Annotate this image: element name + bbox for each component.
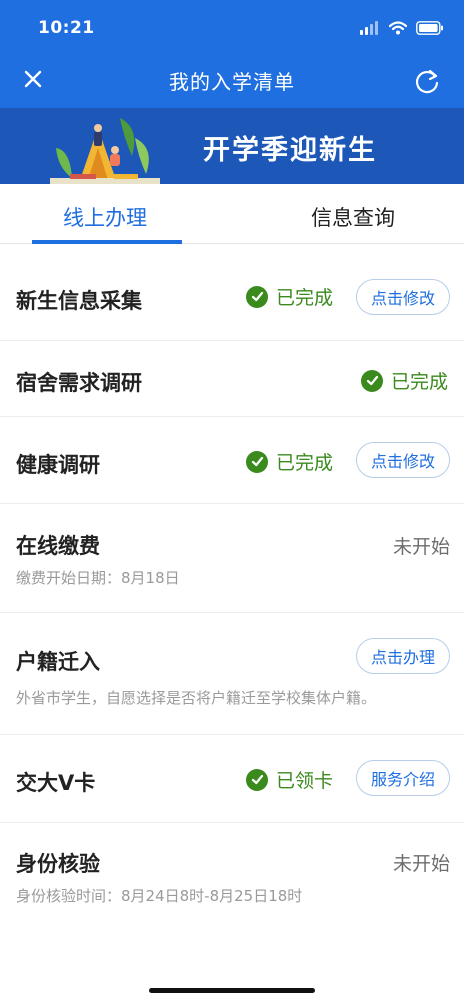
item-title: 宿舍需求调研 bbox=[16, 371, 142, 395]
tab-info-query[interactable]: 信息查询 bbox=[311, 202, 395, 232]
refresh-button[interactable] bbox=[412, 66, 442, 96]
status-icons bbox=[360, 20, 444, 36]
check-circle-icon bbox=[361, 369, 383, 392]
page-title: 我的入学清单 bbox=[169, 70, 295, 94]
list-item-identity-verification: 身份核验 未开始 身份核验时间：8月24日8时-8月25日18时 bbox=[0, 823, 464, 923]
refresh-icon bbox=[415, 69, 439, 94]
status-not-started: 未开始 bbox=[392, 853, 450, 875]
check-circle-icon bbox=[246, 285, 268, 308]
item-title: 身份核验 bbox=[16, 852, 100, 876]
wifi-icon bbox=[389, 21, 407, 35]
cellular-signal-icon bbox=[360, 21, 378, 35]
list-item-health-survey: 健康调研 已完成 点击修改 bbox=[0, 417, 464, 504]
status-completed: 已完成 bbox=[246, 283, 333, 310]
list-item-student-info: 新生信息采集 已完成 点击修改 bbox=[0, 245, 464, 341]
list-item-campus-card: 交大V卡 已领卡 服务介绍 bbox=[0, 735, 464, 823]
service-intro-button[interactable]: 服务介绍 bbox=[355, 760, 450, 796]
tab-bar: 线上办理 信息查询 bbox=[0, 184, 464, 244]
status-text: 已完成 bbox=[276, 287, 334, 309]
banner-illustration bbox=[50, 118, 160, 184]
home-indicator bbox=[149, 988, 315, 993]
list-item-dorm-survey: 宿舍需求调研 已完成 bbox=[0, 341, 464, 417]
item-subtitle: 缴费开始日期：8月18日 bbox=[16, 569, 180, 587]
list-item-household-transfer: 户籍迁入 点击办理 外省市学生，自愿选择是否将户籍迁至学校集体户籍。 bbox=[0, 613, 464, 735]
item-title: 在线缴费 bbox=[16, 534, 100, 558]
welcome-banner: 开学季迎新生 bbox=[0, 108, 464, 184]
apply-button[interactable]: 点击办理 bbox=[355, 638, 450, 674]
list-item-online-payment: 在线缴费 未开始 缴费开始日期：8月18日 bbox=[0, 504, 464, 613]
edit-button[interactable]: 点击修改 bbox=[355, 442, 450, 478]
header-bar: 10:21 我的入学清单 bbox=[0, 0, 464, 108]
item-subtitle: 外省市学生，自愿选择是否将户籍迁至学校集体户籍。 bbox=[16, 689, 377, 707]
banner-title: 开学季迎新生 bbox=[203, 135, 377, 166]
item-title: 户籍迁入 bbox=[16, 650, 100, 674]
item-title: 交大V卡 bbox=[16, 771, 96, 795]
status-completed: 已完成 bbox=[361, 367, 448, 394]
status-card-collected: 已领卡 bbox=[246, 766, 333, 793]
status-text: 已领卡 bbox=[276, 770, 334, 792]
item-title: 健康调研 bbox=[16, 453, 100, 477]
check-circle-icon bbox=[246, 450, 268, 473]
item-title: 新生信息采集 bbox=[16, 289, 142, 313]
item-subtitle: 身份核验时间：8月24日8时-8月25日18时 bbox=[16, 887, 303, 905]
battery-icon bbox=[416, 21, 443, 35]
status-text: 已完成 bbox=[391, 371, 449, 393]
status-completed: 已完成 bbox=[246, 448, 333, 475]
status-time: 10:21 bbox=[38, 18, 95, 38]
edit-button[interactable]: 点击修改 bbox=[355, 279, 450, 315]
status-text: 已完成 bbox=[276, 452, 334, 474]
status-not-started: 未开始 bbox=[392, 536, 450, 558]
tab-online[interactable]: 线上办理 bbox=[63, 202, 147, 232]
check-circle-icon bbox=[246, 768, 268, 791]
active-tab-indicator bbox=[32, 240, 182, 244]
